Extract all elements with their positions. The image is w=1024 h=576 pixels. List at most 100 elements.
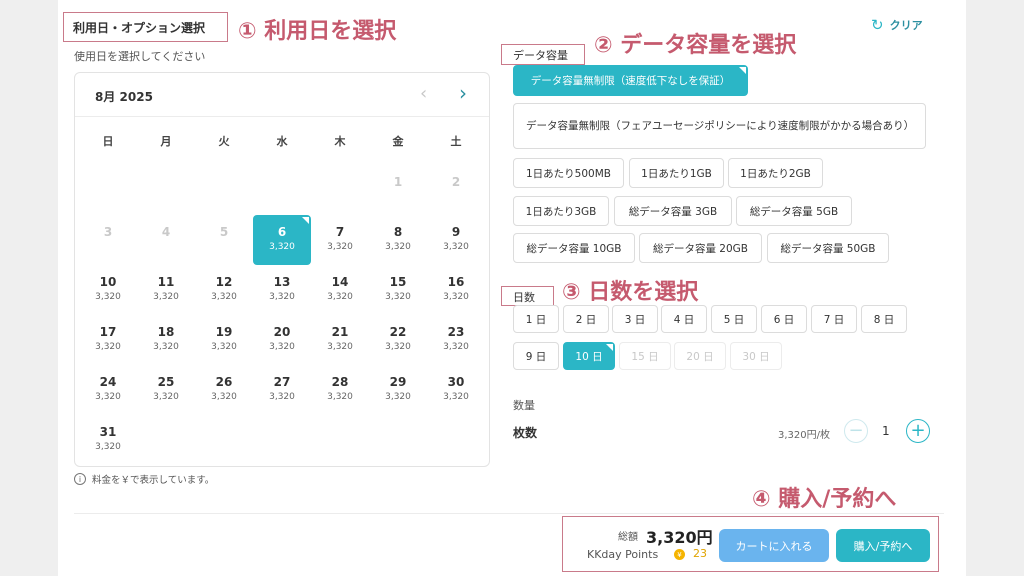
calendar-day-price: 3,320 — [95, 292, 121, 302]
weekday-header: 金 — [392, 135, 404, 148]
calendar-day-price: 3,320 — [269, 292, 295, 302]
calendar-day[interactable]: 7 3,320 — [311, 215, 369, 265]
calendar-day-number: 25 — [157, 375, 175, 389]
next-month-chevron-icon[interactable]: › — [459, 83, 467, 103]
calendar-day-price: 3,320 — [153, 292, 179, 302]
calendar-day[interactable]: 26 3,320 — [195, 365, 253, 415]
calendar-day: 3 — [79, 215, 137, 265]
footer-divider — [74, 513, 944, 514]
data-capacity-label: データ容量 — [513, 49, 568, 62]
points-label: KKday Points — [587, 548, 659, 561]
calendar-day-price: 3,320 — [385, 342, 411, 352]
calendar-day[interactable]: 22 3,320 — [369, 315, 427, 365]
clear-button[interactable]: ↻ クリア — [871, 17, 923, 33]
calendar-day-number: 7 — [335, 225, 345, 239]
calendar-day-price: 3,320 — [269, 242, 295, 252]
calendar-day[interactable]: 16 3,320 — [427, 265, 485, 315]
days-label: 日数 — [513, 291, 535, 304]
calendar-day-number: 2 — [451, 175, 461, 189]
calendar-day[interactable]: 21 3,320 — [311, 315, 369, 365]
quantity-value: 1 — [882, 424, 890, 438]
calendar-day: 4 — [137, 215, 195, 265]
calendar-day-number: 1 — [393, 175, 403, 189]
calendar-day[interactable]: 28 3,320 — [311, 365, 369, 415]
selected-corner-mark — [302, 217, 309, 224]
calendar-day[interactable]: 25 3,320 — [137, 365, 195, 415]
calendar-day-price: 3,320 — [95, 342, 121, 352]
calendar-day[interactable]: 10 3,320 — [79, 265, 137, 315]
data-capacity-option[interactable]: データ容量無制限（速度低下なしを保証） — [513, 65, 748, 96]
quantity-minus-button[interactable]: − — [844, 419, 868, 443]
days-option[interactable]: 3 日 — [612, 305, 658, 333]
calendar-day-number: 24 — [99, 375, 117, 389]
buy-reserve-button[interactable]: 購入/予約へ — [836, 529, 930, 562]
calendar-day-number: 28 — [331, 375, 349, 389]
days-option[interactable]: 5 日 — [711, 305, 757, 333]
calendar-day[interactable]: 27 3,320 — [253, 365, 311, 415]
calendar-day[interactable]: 19 3,320 — [195, 315, 253, 365]
days-option[interactable]: 9 日 — [513, 342, 559, 370]
calendar-day-number: 17 — [99, 325, 117, 339]
data-capacity-option[interactable]: 1日あたり500MB — [513, 158, 624, 188]
calendar-day[interactable]: 29 3,320 — [369, 365, 427, 415]
weekday-header: 火 — [218, 135, 230, 148]
data-capacity-option[interactable]: 総データ容量 20GB — [639, 233, 762, 263]
date-prompt: 使用日を選択してください — [74, 50, 206, 63]
calendar-day-price: 3,320 — [385, 392, 411, 402]
prev-month-chevron-icon[interactable]: ‹ — [420, 85, 427, 103]
calendar-day[interactable]: 6 3,320 — [253, 215, 311, 265]
days-option[interactable]: 8 日 — [861, 305, 907, 333]
calendar-day[interactable]: 30 3,320 — [427, 365, 485, 415]
calendar-day-price: 3,320 — [211, 292, 237, 302]
days-option[interactable]: 2 日 — [563, 305, 609, 333]
quantity-plus-button[interactable]: + — [906, 419, 930, 443]
quantity-item-label: 枚数 — [513, 426, 538, 440]
calendar-day[interactable]: 18 3,320 — [137, 315, 195, 365]
days-option[interactable]: 1 日 — [513, 305, 559, 333]
data-capacity-option[interactable]: 総データ容量 3GB — [614, 196, 732, 226]
calendar-day[interactable]: 23 3,320 — [427, 315, 485, 365]
quantity-section-label: 数量 — [513, 399, 535, 412]
calendar-day[interactable]: 12 3,320 — [195, 265, 253, 315]
calendar-day-price: 3,320 — [327, 392, 353, 402]
days-option[interactable]: 7 日 — [811, 305, 857, 333]
calendar-day[interactable]: 8 3,320 — [369, 215, 427, 265]
calendar-day[interactable]: 13 3,320 — [253, 265, 311, 315]
calendar-day-price: 3,320 — [327, 292, 353, 302]
weekday-header: 月 — [160, 135, 172, 148]
data-capacity-option[interactable]: 総データ容量 10GB — [513, 233, 635, 263]
calendar-day-number: 4 — [161, 225, 171, 239]
days-option[interactable]: 6 日 — [761, 305, 807, 333]
data-capacity-option[interactable]: 1日あたり1GB — [629, 158, 724, 188]
add-to-cart-button[interactable]: カートに入れる — [719, 529, 829, 562]
calendar-day[interactable]: 31 3,320 — [79, 415, 137, 465]
calendar-day-number: 5 — [219, 225, 229, 239]
calendar-day[interactable]: 15 3,320 — [369, 265, 427, 315]
calendar-day: 1 — [369, 165, 427, 215]
calendar-day-number: 16 — [447, 275, 465, 289]
calendar-day-price: 3,320 — [443, 342, 469, 352]
clear-label: クリア — [889, 19, 923, 32]
days-option: 20 日 — [674, 342, 726, 370]
days-option[interactable]: 4 日 — [661, 305, 707, 333]
calendar-day[interactable]: 24 3,320 — [79, 365, 137, 415]
data-capacity-option[interactable]: 1日あたり2GB — [728, 158, 823, 188]
calendar-day[interactable]: 9 3,320 — [427, 215, 485, 265]
calendar-day-price: 3,320 — [443, 392, 469, 402]
days-option: 30 日 — [730, 342, 782, 370]
annotation-step4: ④ 購入/予約へ — [752, 487, 897, 512]
unit-price: 3,320円/枚 — [778, 430, 830, 441]
calendar-day[interactable]: 14 3,320 — [311, 265, 369, 315]
calendar-day[interactable]: 11 3,320 — [137, 265, 195, 315]
data-capacity-option[interactable]: 総データ容量 50GB — [767, 233, 889, 263]
calendar-day-price: 3,320 — [211, 342, 237, 352]
calendar-day[interactable]: 17 3,320 — [79, 315, 137, 365]
calendar-day[interactable]: 20 3,320 — [253, 315, 311, 365]
data-capacity-option[interactable]: 1日あたり3GB — [513, 196, 609, 226]
calendar-day: 2 — [427, 165, 485, 215]
total-value: 3,320円 — [646, 528, 713, 547]
data-capacity-option[interactable]: データ容量無制限（フェアユーセージポリシーにより速度制限がかかる場合あり） — [513, 103, 926, 149]
annotation-step3: ③ 日数を選択 — [562, 280, 699, 305]
data-capacity-option[interactable]: 総データ容量 5GB — [736, 196, 852, 226]
annotation-step1: ① 利用日を選択 — [238, 19, 397, 44]
